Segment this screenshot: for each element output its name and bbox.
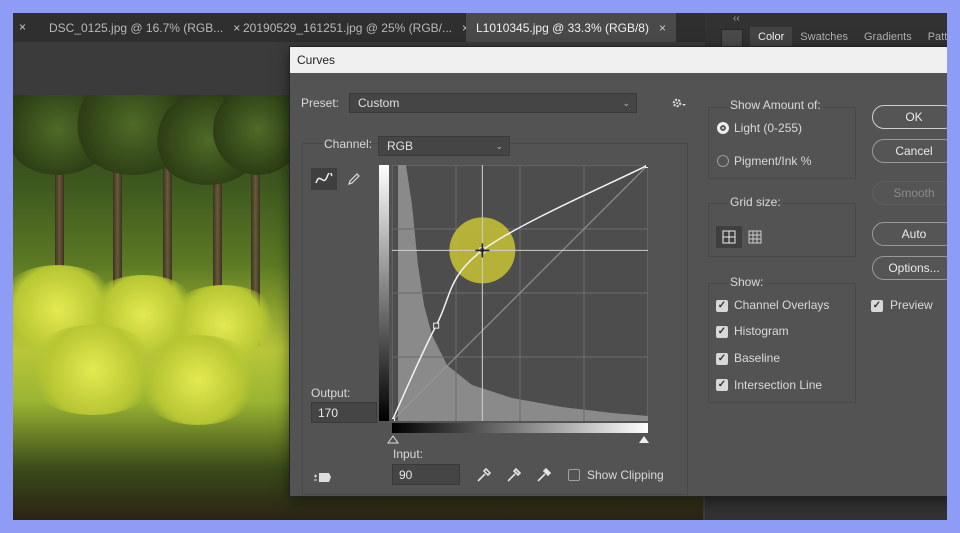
output-label: Output:: [311, 386, 351, 400]
tab-20190529[interactable]: 20190529_161251.jpg @ 25% (RGB/... ×: [233, 13, 479, 42]
curve-control-point[interactable]: [433, 322, 440, 329]
channel-value: RGB: [387, 139, 414, 153]
smooth-button[interactable]: Smooth: [872, 181, 947, 205]
chevron-down-icon: ⌄: [622, 98, 630, 108]
dialog-title: Curves: [297, 53, 336, 67]
black-point-slider[interactable]: [387, 435, 399, 444]
output-gradient-bar: [379, 165, 389, 421]
hand-target-icon[interactable]: [310, 466, 336, 488]
curve-tool-icon[interactable]: [311, 168, 337, 190]
light-label: Light (0-255): [734, 121, 803, 135]
preview-checkbox[interactable]: ✓: [871, 300, 883, 312]
intersection-line-label: Intersection Line: [734, 378, 823, 392]
white-eyedropper-icon[interactable]: [531, 464, 557, 486]
baseline-checkbox[interactable]: ✓: [716, 353, 728, 365]
input-gradient-bar: [392, 423, 648, 433]
input-field[interactable]: 90: [392, 464, 460, 485]
cancel-button[interactable]: Cancel: [872, 139, 947, 163]
close-icon[interactable]: ×: [19, 20, 26, 34]
show-clipping-checkbox[interactable]: [568, 469, 580, 481]
close-icon[interactable]: ×: [659, 21, 666, 35]
preset-select[interactable]: Custom ⌄: [349, 93, 637, 113]
pigment-radio[interactable]: [717, 155, 729, 167]
show-clipping-label: Show Clipping: [587, 468, 664, 482]
tab-label: L1010345.jpg @ 33.3% (RGB/8): [476, 20, 649, 35]
preset-label: Preset:: [301, 96, 340, 110]
pencil-icon[interactable]: [341, 168, 367, 190]
preview-label: Preview: [890, 298, 933, 312]
black-eyedropper-icon[interactable]: [471, 464, 497, 486]
channel-overlays-checkbox[interactable]: ✓: [716, 300, 728, 312]
tab-label: DSC_0125.jpg @ 16.7% (RGB...: [49, 20, 224, 35]
tab-l1010345[interactable]: L1010345.jpg @ 33.3% (RGB/8) ×: [466, 13, 676, 42]
tab-dsc-0125[interactable]: DSC_0125.jpg @ 16.7% (RGB... ×: [39, 13, 250, 42]
gray-eyedropper-icon[interactable]: [501, 464, 527, 486]
dialog-title-bar: Curves ×: [290, 47, 947, 73]
curve-control-point[interactable]: [392, 418, 395, 422]
document-tab-bar: × DSC_0125.jpg @ 16.7% (RGB... × 2019052…: [13, 13, 705, 42]
chevron-down-icon: ⌄: [495, 141, 503, 151]
show-amount-title: Show Amount of:: [728, 98, 823, 112]
pigment-label: Pigment/Ink %: [734, 154, 812, 168]
grid-detailed-icon[interactable]: [742, 226, 768, 248]
light-radio[interactable]: [717, 122, 729, 134]
white-point-slider[interactable]: [638, 435, 650, 444]
ok-button[interactable]: OK: [872, 105, 947, 129]
curve-control-point[interactable]: [645, 165, 649, 168]
histogram-label: Histogram: [734, 324, 789, 338]
options-button[interactable]: Options...: [872, 256, 947, 280]
tab-label: 20190529_161251.jpg @ 25% (RGB/...: [243, 20, 452, 35]
channel-label: Channel:: [324, 137, 373, 151]
channel-select[interactable]: RGB ⌄: [378, 136, 510, 156]
curve-graph[interactable]: [392, 165, 648, 421]
curves-dialog: Curves × Preset: Custom ⌄ Channel: RGB ⌄…: [289, 46, 947, 497]
show-amount-group: [708, 107, 856, 179]
photoshop-window: × DSC_0125.jpg @ 16.7% (RGB... × 2019052…: [13, 13, 947, 520]
channel-overlays-label: Channel Overlays: [734, 298, 830, 312]
baseline-label: Baseline: [734, 351, 781, 365]
input-label: Input:: [393, 447, 424, 461]
show-title: Show:: [728, 275, 766, 289]
output-field[interactable]: 170: [311, 402, 377, 423]
histogram-checkbox[interactable]: ✓: [716, 326, 728, 338]
collapse-panel-icon[interactable]: ‹‹: [733, 13, 740, 24]
grid-simple-icon[interactable]: [716, 226, 742, 248]
gear-icon[interactable]: [666, 92, 692, 114]
intersection-line-checkbox[interactable]: ✓: [716, 379, 728, 391]
auto-button[interactable]: Auto: [872, 222, 947, 246]
preset-value: Custom: [358, 96, 400, 110]
grid-size-title: Grid size:: [728, 195, 783, 209]
